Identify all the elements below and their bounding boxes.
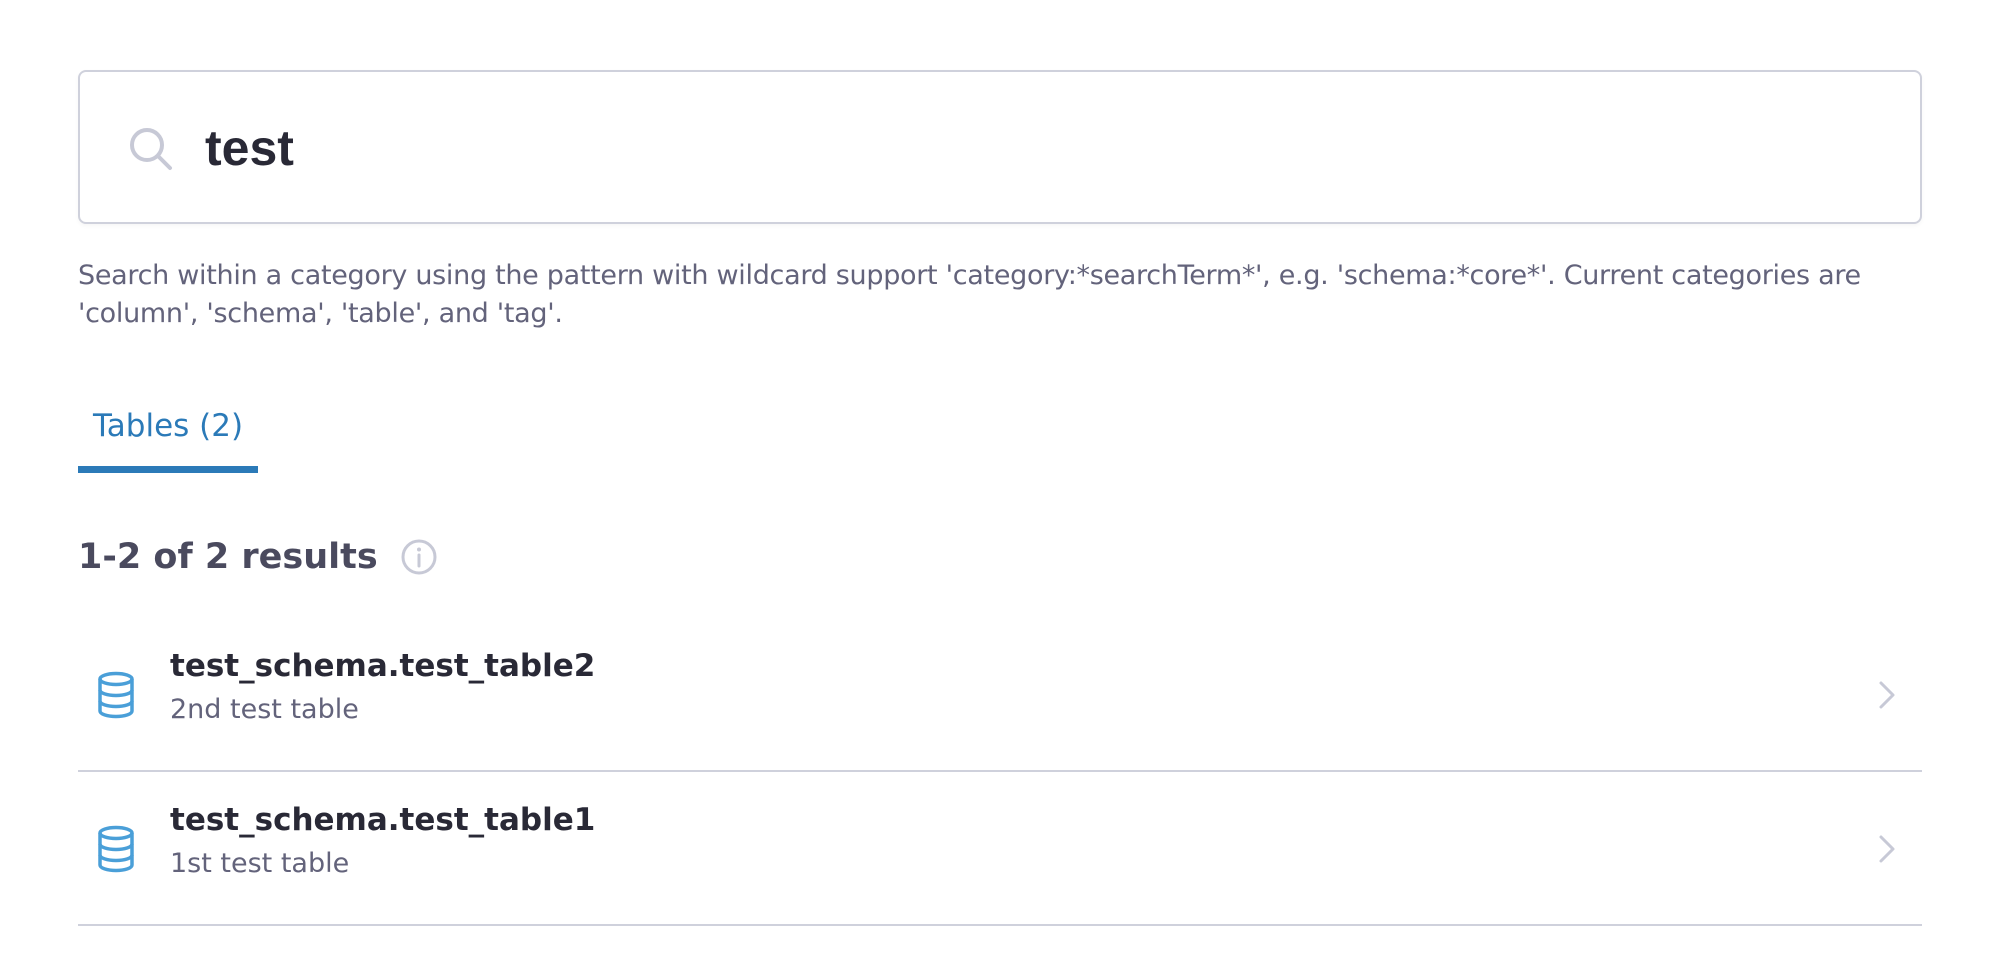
- chevron-right-icon: [1879, 681, 1895, 709]
- search-page: Search within a category using the patte…: [0, 0, 1999, 972]
- result-title: test_schema.test_table1: [170, 802, 596, 838]
- tab-bar: Tables (2): [78, 395, 259, 473]
- tab-tables[interactable]: Tables (2): [78, 395, 259, 473]
- database-icon: [98, 671, 134, 719]
- search-box: [78, 70, 1922, 224]
- result-item[interactable]: test_schema.test_table1 1st test table: [78, 772, 1922, 926]
- result-description: 2nd test table: [170, 694, 359, 725]
- chevron-right-icon: [1879, 835, 1895, 863]
- result-list: test_schema.test_table2 2nd test table t…: [78, 618, 1922, 926]
- search-input[interactable]: [205, 100, 1885, 196]
- results-summary: 1-2 of 2 results: [78, 530, 438, 584]
- database-icon: [98, 825, 134, 873]
- result-description: 1st test table: [170, 848, 350, 879]
- results-count: 1-2 of 2 results: [78, 537, 378, 577]
- result-item[interactable]: test_schema.test_table2 2nd test table: [78, 618, 1922, 772]
- search-helper-text: Search within a category using the patte…: [78, 260, 1861, 329]
- info-icon[interactable]: [400, 538, 438, 576]
- search-icon: [130, 128, 172, 170]
- result-title: test_schema.test_table2: [170, 648, 596, 684]
